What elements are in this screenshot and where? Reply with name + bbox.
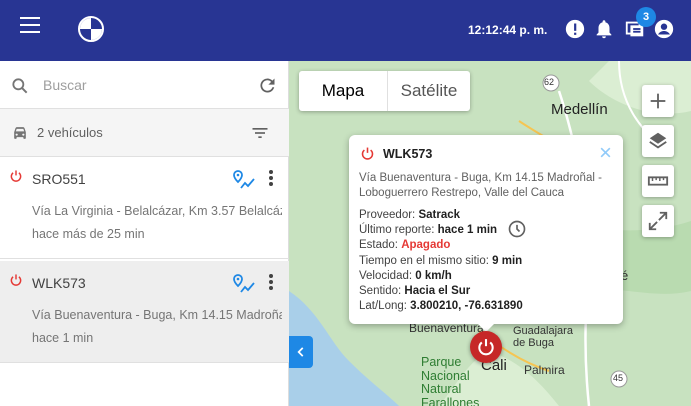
- fullscreen-button[interactable]: [642, 205, 674, 237]
- power-icon: [361, 147, 374, 160]
- provider-label: Proveedor:: [359, 209, 416, 221]
- vehicle-sidebar: Buscar 2 vehículos SRO551 Vía La Virgini…: [0, 61, 289, 406]
- popup-details: Proveedor: Satrack Último reporte: hace …: [359, 208, 523, 314]
- vehicle-plate: WLK573: [32, 275, 86, 291]
- route-icon[interactable]: [232, 272, 256, 296]
- map-type-satellite-button[interactable]: Satélite: [388, 71, 470, 111]
- more-vert-icon[interactable]: [268, 273, 274, 291]
- clock-time: 12:12:44 p. m.: [468, 23, 548, 37]
- map-type-toggle: Mapa Satélite: [299, 71, 470, 111]
- state-value: Apagado: [401, 239, 451, 252]
- plus-icon: [650, 93, 666, 109]
- vehicle-count-bar: 2 vehículos: [0, 109, 289, 157]
- account-icon[interactable]: [653, 18, 675, 40]
- state-label: Estado:: [359, 239, 398, 252]
- last-report-label: Último reporte:: [359, 224, 435, 237]
- measure-button[interactable]: [642, 165, 674, 197]
- map-type-map-button[interactable]: Mapa: [299, 71, 388, 111]
- clock-icon: [508, 220, 526, 238]
- search-input[interactable]: Buscar: [43, 77, 87, 93]
- latlong-value: 3.800210, -76.631890: [410, 300, 523, 313]
- power-icon: [10, 170, 22, 182]
- layers-icon: [649, 132, 667, 149]
- vehicle-list-item[interactable]: SRO551 Vía La Virginia - Belalcázar, Km …: [0, 157, 289, 259]
- speed-label: Velocidad:: [359, 269, 413, 282]
- search-icon: [12, 78, 28, 94]
- vehicle-list-item[interactable]: WLK573 Vía Buenaventura - Buga, Km 14.15…: [0, 261, 289, 363]
- zoom-in-button[interactable]: [642, 85, 674, 117]
- direction-label: Sentido:: [359, 285, 402, 298]
- route-icon[interactable]: [232, 168, 256, 192]
- city-label: Palmira: [524, 363, 565, 377]
- alert-icon[interactable]: [564, 18, 586, 40]
- vehicle-last-seen: hace 1 min: [32, 331, 94, 345]
- expand-icon: [648, 211, 668, 231]
- vehicle-plate: SRO551: [32, 171, 86, 187]
- time-same-label: Tiempo en el mismo sitio:: [359, 254, 489, 267]
- menu-icon[interactable]: [20, 17, 40, 33]
- popup-address: Vía Buenaventura - Buga, Km 14.15 Madroñ…: [359, 172, 602, 199]
- road-label: 62: [544, 77, 555, 87]
- direction-value: Hacia el Sur: [404, 285, 471, 298]
- provider-value: Satrack: [418, 209, 461, 221]
- close-icon[interactable]: [599, 146, 612, 159]
- latlong-label: Lat/Long:: [359, 300, 407, 313]
- speed-value: 0 km/h: [415, 269, 452, 282]
- search-bar: Buscar: [0, 61, 289, 109]
- car-icon: [14, 127, 26, 139]
- power-icon: [10, 274, 22, 286]
- vehicle-count: 2 vehículos: [37, 125, 103, 140]
- collapse-sidebar-button[interactable]: [289, 336, 313, 368]
- park-label: Parque Nacional Natural Farallones: [421, 355, 480, 406]
- ruler-icon: [647, 176, 669, 186]
- vehicle-last-seen: hace más de 25 min: [32, 227, 145, 241]
- road-label: 45: [613, 373, 624, 383]
- time-same-value: 9 min: [492, 254, 523, 267]
- bell-icon[interactable]: [593, 18, 615, 40]
- last-report-value: hace 1 min: [437, 224, 498, 237]
- city-label: Medellín: [551, 101, 608, 118]
- vehicle-map-marker[interactable]: [470, 331, 502, 363]
- top-app-bar: 12:12:44 p. m. 3: [0, 0, 691, 61]
- app-logo: [78, 16, 104, 42]
- vehicle-address: Vía La Virginia - Belalcázar, Km 3.57 Be…: [32, 204, 282, 218]
- vehicle-info-popup: WLK573 Vía Buenaventura - Buga, Km 14.15…: [349, 135, 623, 332]
- city-label: Guadalajara de Buga: [513, 325, 573, 349]
- power-icon: [478, 339, 494, 356]
- refresh-icon[interactable]: [257, 75, 278, 96]
- chevron-left-icon: [297, 347, 304, 357]
- filter-icon[interactable]: [249, 123, 271, 143]
- popup-title: WLK573: [383, 147, 433, 161]
- vehicle-address: Vía Buenaventura - Buga, Km 14.15 Madroñ…: [32, 308, 282, 322]
- more-vert-icon[interactable]: [268, 169, 274, 187]
- layers-button[interactable]: [642, 125, 674, 157]
